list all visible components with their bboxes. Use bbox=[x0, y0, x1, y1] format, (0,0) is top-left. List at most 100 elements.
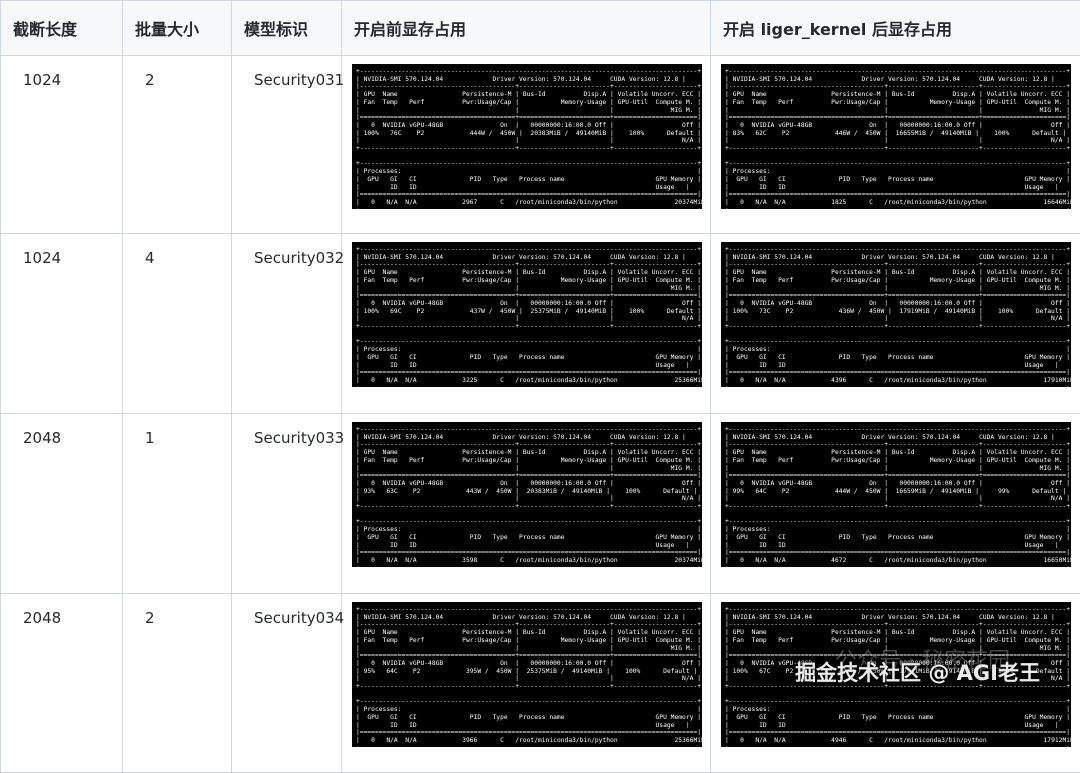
smi-col-header: | | MIG M. bbox=[364, 465, 694, 472]
smi-proc-type: C bbox=[500, 737, 504, 744]
smi-gpu-usage: 95% 64C P2 395W / 450W | 25375MiB / 4914… bbox=[364, 668, 690, 675]
smi-gpu-usage: 100% 73C P2 436W / 450W | 17919MiB / 491… bbox=[733, 308, 1063, 315]
smi-proc-header: GPU GI CI PID Type Process name GPU Memo… bbox=[733, 176, 1063, 183]
smi-col-header: | | MIG M. bbox=[733, 107, 1063, 114]
smi-col-header: GPU Name Persistence-M | Bus-Id Disp.A |… bbox=[364, 91, 694, 98]
smi-gpu-name: 0 NVIDIA vGPU-48GB On | 00000000:16:00.0… bbox=[364, 122, 694, 129]
smi-gpu-usage: 100% 76C P2 444W / 450W | 20383MiB / 491… bbox=[364, 130, 694, 137]
smi-processes-title: Processes: bbox=[364, 168, 402, 175]
smi-processes-title: Processes: bbox=[364, 346, 402, 353]
smi-pid: 3225 bbox=[462, 377, 477, 384]
cell-truncation-length: 1024 bbox=[1, 234, 123, 414]
cell-memory-before: +---------------------------------------… bbox=[342, 234, 711, 414]
smi-mig: | | N/A bbox=[364, 137, 694, 144]
smi-col-header: Fan Temp Perf Pwr:Usage/Cap | Memory-Usa… bbox=[733, 457, 1063, 464]
smi-gpu-name: 0 NVIDIA vGPU-48GB On | 00000000:16:00.0… bbox=[364, 660, 694, 667]
cell-batch-size: 2 bbox=[123, 594, 232, 773]
smi-col-header: Fan Temp Perf Pwr:Usage/Cap | Memory-Usa… bbox=[733, 277, 1063, 284]
smi-proc-ids: 0 N/A N/A bbox=[733, 557, 786, 564]
smi-proc-memory: 16650MiB bbox=[1044, 557, 1072, 564]
smi-proc-type: C bbox=[869, 737, 873, 744]
smi-mig: | | N/A bbox=[364, 315, 694, 322]
smi-proc-ids: 0 N/A N/A bbox=[364, 557, 417, 564]
smi-proc-path: /root/miniconda3/bin/python bbox=[515, 737, 617, 744]
smi-proc-header: GPU GI CI PID Type Process name GPU Memo… bbox=[733, 714, 1063, 721]
smi-mig: | | N/A bbox=[733, 495, 1063, 502]
smi-col-header: GPU Name Persistence-M | Bus-Id Disp.A |… bbox=[733, 269, 1063, 276]
cell-model-id: Security034 bbox=[232, 594, 342, 773]
smi-processes-title: Processes: bbox=[733, 168, 771, 175]
smi-gpu-name: 0 NVIDIA vGPU-48GB On | 00000000:16:00.0… bbox=[733, 480, 1063, 487]
smi-proc-header: GPU GI CI PID Type Process name GPU Memo… bbox=[364, 714, 694, 721]
smi-proc-header: ID ID Usage bbox=[364, 184, 675, 191]
smi-proc-memory: 17910MiB bbox=[1044, 377, 1072, 384]
smi-col-header: Fan Temp Perf Pwr:Usage/Cap | Memory-Usa… bbox=[364, 99, 694, 106]
table-row: 10242Security031+-----------------------… bbox=[1, 56, 1080, 234]
smi-processes-title: Processes: bbox=[733, 526, 771, 533]
smi-proc-ids: 0 N/A N/A bbox=[733, 199, 786, 206]
cell-memory-before: +---------------------------------------… bbox=[342, 414, 711, 594]
smi-proc-header: GPU GI CI PID Type Process name GPU Memo… bbox=[733, 354, 1063, 361]
smi-proc-type: C bbox=[869, 557, 873, 564]
nvidia-smi-screenshot: +---------------------------------------… bbox=[721, 64, 1071, 209]
smi-proc-path: /root/miniconda3/bin/python bbox=[515, 199, 617, 206]
header-memory-after: 开启 liger_kernel 后显存占用 bbox=[711, 1, 1080, 56]
smi-proc-header: ID ID Usage bbox=[364, 722, 675, 729]
smi-proc-header: GPU GI CI PID Type Process name GPU Memo… bbox=[364, 354, 694, 361]
table-row: 20481Security033+-----------------------… bbox=[1, 414, 1080, 594]
smi-header: NVIDIA-SMI 570.124.04 Driver Version: 57… bbox=[733, 434, 1048, 441]
cell-memory-before: +---------------------------------------… bbox=[342, 594, 711, 773]
smi-header: NVIDIA-SMI 570.124.04 Driver Version: 57… bbox=[364, 254, 679, 261]
smi-processes-title: Processes: bbox=[733, 346, 771, 353]
header-memory-before: 开启前显存占用 bbox=[342, 1, 711, 56]
smi-col-header: GPU Name Persistence-M | Bus-Id Disp.A |… bbox=[364, 629, 694, 636]
smi-proc-ids: 0 N/A N/A bbox=[364, 377, 417, 384]
header-truncation-length: 截断长度 bbox=[1, 1, 123, 56]
cell-model-id: Security031 bbox=[232, 56, 342, 234]
smi-processes-title: Processes: bbox=[364, 526, 402, 533]
table-row: 10244Security032+-----------------------… bbox=[1, 234, 1080, 414]
smi-proc-header: ID ID Usage bbox=[733, 542, 1044, 549]
smi-col-header: Fan Temp Perf Pwr:Usage/Cap | Memory-Usa… bbox=[364, 637, 694, 644]
cell-memory-after: +---------------------------------------… bbox=[711, 234, 1080, 414]
smi-proc-header: GPU GI CI PID Type Process name GPU Memo… bbox=[364, 534, 694, 541]
smi-gpu-name: 0 NVIDIA vGPU-48GB On | 00000000:16:00.0… bbox=[364, 300, 694, 307]
smi-proc-header: ID ID Usage bbox=[364, 362, 675, 369]
cell-memory-before: +---------------------------------------… bbox=[342, 56, 711, 234]
smi-col-header: Fan Temp Perf Pwr:Usage/Cap | Memory-Usa… bbox=[733, 99, 1063, 106]
watermark: 掘金技术社区 @ AGI老王 bbox=[795, 657, 1040, 687]
smi-proc-ids: 0 N/A N/A bbox=[364, 737, 417, 744]
smi-proc-header: ID ID Usage bbox=[364, 542, 675, 549]
smi-col-header: GPU Name Persistence-M | Bus-Id Disp.A |… bbox=[733, 449, 1063, 456]
cell-memory-after: +---------------------------------------… bbox=[711, 56, 1080, 234]
cell-model-id: Security033 bbox=[232, 414, 342, 594]
smi-proc-type: C bbox=[500, 377, 504, 384]
cell-batch-size: 2 bbox=[123, 56, 232, 234]
table-header-row: 截断长度 批量大小 模型标识 开启前显存占用 开启 liger_kernel 后… bbox=[1, 1, 1080, 56]
cell-model-id: Security032 bbox=[232, 234, 342, 414]
smi-header: NVIDIA-SMI 570.124.04 Driver Version: 57… bbox=[733, 254, 1048, 261]
smi-gpu-usage: 99% 64C P2 444W / 450W | 16659MiB / 4914… bbox=[733, 488, 1059, 495]
smi-gpu-usage: 83% 62C P2 446W / 450W | 16655MiB / 4914… bbox=[733, 130, 1059, 137]
smi-proc-path: /root/miniconda3/bin/python bbox=[884, 737, 986, 744]
smi-proc-path: /root/miniconda3/bin/python bbox=[515, 557, 617, 564]
smi-pid: 3966 bbox=[462, 737, 477, 744]
smi-proc-memory: 17912MiB bbox=[1044, 737, 1072, 744]
smi-proc-memory: 20374MiB bbox=[675, 557, 703, 564]
smi-processes-title: Processes: bbox=[364, 706, 402, 713]
nvidia-smi-screenshot: +---------------------------------------… bbox=[721, 242, 1071, 387]
cell-batch-size: 4 bbox=[123, 234, 232, 414]
nvidia-smi-screenshot: +---------------------------------------… bbox=[721, 422, 1071, 567]
smi-proc-type: C bbox=[869, 199, 873, 206]
smi-proc-memory: 25366MiB bbox=[675, 737, 703, 744]
smi-mig: | | N/A bbox=[364, 495, 694, 502]
smi-processes-title: Processes: bbox=[733, 706, 771, 713]
header-model-id: 模型标识 bbox=[232, 1, 342, 56]
smi-proc-header: ID ID Usage bbox=[733, 184, 1044, 191]
smi-proc-memory: 20374MiB bbox=[675, 199, 703, 206]
smi-gpu-usage: 100% 69C P2 437W / 450W | 25375MiB / 491… bbox=[364, 308, 694, 315]
smi-gpu-usage: 93% 63C P2 443W / 450W | 20383MiB / 4914… bbox=[364, 488, 690, 495]
smi-pid: 4672 bbox=[831, 557, 846, 564]
smi-proc-header: GPU GI CI PID Type Process name GPU Memo… bbox=[733, 534, 1063, 541]
cell-truncation-length: 1024 bbox=[1, 56, 123, 234]
